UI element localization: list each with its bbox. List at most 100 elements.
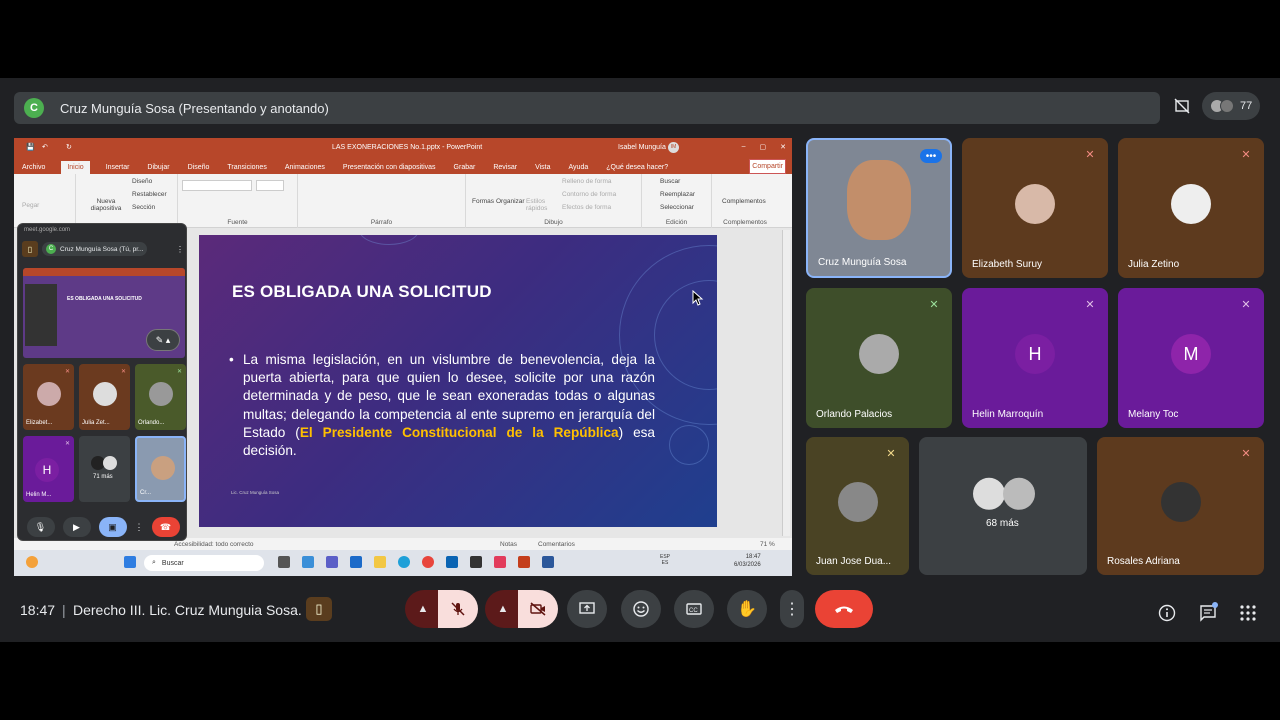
- chrome-icon[interactable]: [422, 556, 434, 568]
- participant-tile[interactable]: ✕ Orlando Palacios: [806, 288, 952, 428]
- participant-tile[interactable]: ••• Cruz Munguía Sosa: [806, 138, 952, 278]
- meeting-details-icon[interactable]: [1158, 604, 1176, 627]
- find-button[interactable]: Buscar: [660, 178, 680, 185]
- arrange-button[interactable]: Organizar: [496, 198, 525, 205]
- quick-styles-button[interactable]: Estilos rápidos: [526, 198, 550, 212]
- leave-call-button[interactable]: [815, 590, 873, 628]
- powerpoint-icon[interactable]: [518, 556, 530, 568]
- shape-fill-button[interactable]: Relleno de forma: [562, 178, 612, 185]
- addins-button[interactable]: Complementos: [722, 198, 766, 205]
- undo-icon[interactable]: ↶: [42, 143, 48, 151]
- shapes-button[interactable]: Formas: [472, 198, 494, 205]
- taskbar-clock[interactable]: 18:47 6/03/2026: [734, 553, 761, 569]
- reactions-button[interactable]: [621, 590, 661, 628]
- vertical-scrollbar[interactable]: [782, 230, 790, 536]
- font-size-select[interactable]: [256, 180, 284, 191]
- participant-tile[interactable]: ✕ Rosales Adriana: [1097, 437, 1264, 575]
- copilot-icon[interactable]: [302, 556, 314, 568]
- notes-button[interactable]: Notas: [500, 541, 517, 548]
- tab-transiciones[interactable]: Transiciones: [225, 161, 268, 174]
- dropbox-icon[interactable]: [350, 556, 362, 568]
- camera-options-button[interactable]: ▲: [485, 590, 521, 628]
- outlook-icon[interactable]: [446, 556, 458, 568]
- windows-start-icon[interactable]: [124, 556, 136, 568]
- participant-tile[interactable]: H ✕ Helin Marroquín: [962, 288, 1108, 428]
- tab-archivo[interactable]: Archivo: [20, 161, 47, 174]
- mini-more-options-icon[interactable]: ⋮: [135, 522, 144, 533]
- weather-icon[interactable]: [26, 556, 38, 568]
- font-family-select[interactable]: [182, 180, 252, 191]
- save-icon[interactable]: 💾: [26, 143, 35, 151]
- select-button[interactable]: Seleccionar: [660, 204, 694, 211]
- teams-icon[interactable]: [326, 556, 338, 568]
- tab-insertar[interactable]: Insertar: [104, 161, 132, 174]
- participant-tile[interactable]: ✕ Elizabeth Suruy: [962, 138, 1108, 278]
- shape-effects-button[interactable]: Efectos de forma: [562, 204, 611, 211]
- mini-avatar: [151, 456, 175, 480]
- mini-camera-button[interactable]: ▶: [62, 517, 91, 537]
- share-button[interactable]: Compartir: [749, 159, 786, 174]
- participant-tile[interactable]: M ✕ Melany Toc: [1118, 288, 1264, 428]
- tab-grabar[interactable]: Grabar: [452, 161, 478, 174]
- mini-hangup-button[interactable]: ☎: [151, 517, 180, 537]
- shape-outline-button[interactable]: Contorno de forma: [562, 191, 616, 198]
- annotate-pen-button[interactable]: ✎ ▴: [146, 329, 180, 351]
- tab-revisar[interactable]: Revisar: [491, 161, 519, 174]
- close-icon[interactable]: ✕: [780, 143, 786, 151]
- tell-me-search[interactable]: ¿Qué desea hacer?: [604, 161, 670, 174]
- participant-tile[interactable]: ✕ Julia Zetino: [1118, 138, 1264, 278]
- more-options-icon[interactable]: •••: [920, 149, 942, 163]
- more-participants-tile[interactable]: 68 más: [919, 437, 1087, 575]
- mic-options-button[interactable]: ▲: [405, 590, 441, 628]
- hide-tiles-icon[interactable]: [1170, 94, 1194, 118]
- minimize-icon[interactable]: –: [742, 143, 746, 151]
- participant-video: [847, 160, 911, 240]
- reset-button[interactable]: Restablecer: [132, 191, 167, 198]
- app-icon[interactable]: [470, 556, 482, 568]
- zoom-level[interactable]: 71 %: [760, 541, 775, 548]
- mini-tile: ✕ Elizabet...: [23, 364, 74, 430]
- replace-button[interactable]: Reemplazar: [660, 191, 695, 198]
- chat-notification-dot: [1212, 602, 1218, 608]
- participant-name: Melany Toc: [1128, 409, 1179, 420]
- music-icon[interactable]: [494, 556, 506, 568]
- camera-toggle-button[interactable]: [518, 590, 558, 628]
- language-indicator[interactable]: ESP ES: [660, 554, 670, 566]
- accessibility-status[interactable]: Accesibilidad: todo correcto: [174, 541, 254, 548]
- new-slide-button[interactable]: Nueva diapositiva: [86, 198, 126, 212]
- raise-hand-button[interactable]: ✋: [727, 590, 767, 628]
- tab-animaciones[interactable]: Animaciones: [283, 161, 327, 174]
- mini-mic-button[interactable]: 🎙: [26, 517, 55, 537]
- more-options-button[interactable]: ⋮: [780, 590, 804, 628]
- section-button[interactable]: Sección: [132, 204, 155, 211]
- meet-bottom-bar: 18:47 | Derecho III. Lic. Cruz Munguia S…: [0, 588, 1280, 642]
- taskbar-search[interactable]: ⌕ Buscar: [144, 555, 264, 571]
- activities-icon[interactable]: [1239, 604, 1257, 627]
- tab-presentacion[interactable]: Presentación con diapositivas: [341, 161, 438, 174]
- mini-presenter-chip[interactable]: C Cruz Munguía Sosa (Tú, pr...: [42, 242, 148, 256]
- mini-preview-title: ES OBLIGADA UNA SOLICITUD: [67, 296, 142, 302]
- tab-dibujar[interactable]: Dibujar: [145, 161, 171, 174]
- layout-button[interactable]: Diseño: [132, 178, 152, 185]
- file-explorer-icon[interactable]: [374, 556, 386, 568]
- tab-inicio[interactable]: Inicio: [61, 161, 90, 174]
- maximize-icon[interactable]: ▢: [760, 143, 767, 151]
- tab-diseno[interactable]: Diseño: [186, 161, 212, 174]
- present-button[interactable]: [567, 590, 607, 628]
- slide-title: ES OBLIGADA UNA SOLICITUD: [232, 282, 492, 301]
- tab-ayuda[interactable]: Ayuda: [567, 161, 591, 174]
- word-icon[interactable]: [542, 556, 554, 568]
- comments-button[interactable]: Comentarios: [538, 541, 575, 548]
- captions-button[interactable]: CC: [674, 590, 714, 628]
- mini-more-icon[interactable]: ⋮: [176, 245, 184, 254]
- paste-button[interactable]: Pegar: [22, 202, 39, 209]
- edge-icon[interactable]: [398, 556, 410, 568]
- participant-tile[interactable]: ✕ Juan Jose Dua...: [806, 437, 909, 575]
- mini-present-button[interactable]: ▣: [98, 517, 127, 537]
- tab-vista[interactable]: Vista: [533, 161, 552, 174]
- task-view-icon[interactable]: [278, 556, 290, 568]
- redo-icon[interactable]: ↻: [66, 143, 72, 151]
- mic-toggle-button[interactable]: [438, 590, 478, 628]
- participants-button[interactable]: 77: [1202, 92, 1261, 120]
- editing-group-label: Edición: [665, 219, 688, 226]
